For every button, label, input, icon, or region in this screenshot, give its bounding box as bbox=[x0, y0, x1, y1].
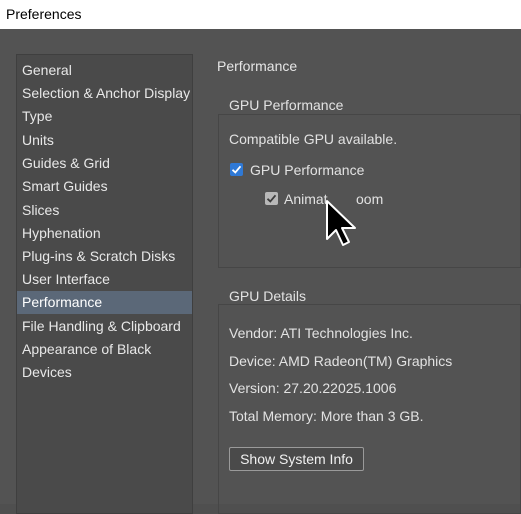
gpu-compatibility-status: Compatible GPU available. bbox=[229, 131, 398, 147]
sidebar-item-plug-ins-scratch-disks[interactable]: Plug-ins & Scratch Disks bbox=[17, 245, 192, 268]
sidebar-item-file-handling-clipboard[interactable]: File Handling & Clipboard bbox=[17, 315, 192, 338]
sidebar-item-performance[interactable]: Performance bbox=[17, 291, 192, 314]
gpu-vendor: Vendor: ATI Technologies Inc. bbox=[229, 325, 413, 341]
sidebar-item-units[interactable]: Units bbox=[17, 129, 192, 152]
animated-zoom-checkbox-label-tail[interactable]: oom bbox=[356, 191, 383, 207]
checkmark-icon bbox=[231, 165, 242, 174]
gpu-details-group-title: GPU Details bbox=[229, 288, 307, 304]
sidebar-item-appearance-of-black[interactable]: Appearance of Black bbox=[17, 338, 192, 361]
sidebar-item-type[interactable]: Type bbox=[17, 105, 192, 128]
sidebar-item-selection-anchor-display[interactable]: Selection & Anchor Display bbox=[17, 82, 192, 105]
gpu-performance-group-title: GPU Performance bbox=[229, 97, 344, 113]
sidebar-item-devices[interactable]: Devices bbox=[17, 361, 192, 384]
sidebar-item-guides-grid[interactable]: Guides & Grid bbox=[17, 152, 192, 175]
show-system-info-button[interactable]: Show System Info bbox=[229, 447, 364, 471]
sidebar: General Selection & Anchor Display Type … bbox=[16, 54, 193, 514]
sidebar-item-slices[interactable]: Slices bbox=[17, 199, 192, 222]
gpu-version: Version: 27.20.22025.1006 bbox=[229, 380, 397, 396]
animated-zoom-checkbox-label[interactable]: Animat bbox=[284, 191, 328, 207]
mouse-pointer-icon bbox=[326, 200, 356, 246]
sidebar-item-user-interface[interactable]: User Interface bbox=[17, 268, 192, 291]
gpu-total-memory: Total Memory: More than 3 GB. bbox=[229, 408, 424, 424]
window-title-bar: Preferences bbox=[0, 0, 521, 29]
gpu-performance-checkbox-label[interactable]: GPU Performance bbox=[250, 162, 364, 178]
section-title: Performance bbox=[217, 58, 298, 74]
sidebar-item-smart-guides[interactable]: Smart Guides bbox=[17, 175, 192, 198]
gpu-performance-checkbox[interactable] bbox=[230, 163, 243, 176]
window-title: Preferences bbox=[6, 6, 82, 22]
gpu-device: Device: AMD Radeon(TM) Graphics bbox=[229, 353, 453, 369]
checkmark-icon bbox=[266, 194, 277, 203]
preferences-content: General Selection & Anchor Display Type … bbox=[0, 29, 521, 514]
sidebar-item-general[interactable]: General bbox=[17, 59, 192, 82]
animated-zoom-checkbox[interactable] bbox=[265, 192, 278, 205]
sidebar-item-hyphenation[interactable]: Hyphenation bbox=[17, 222, 192, 245]
